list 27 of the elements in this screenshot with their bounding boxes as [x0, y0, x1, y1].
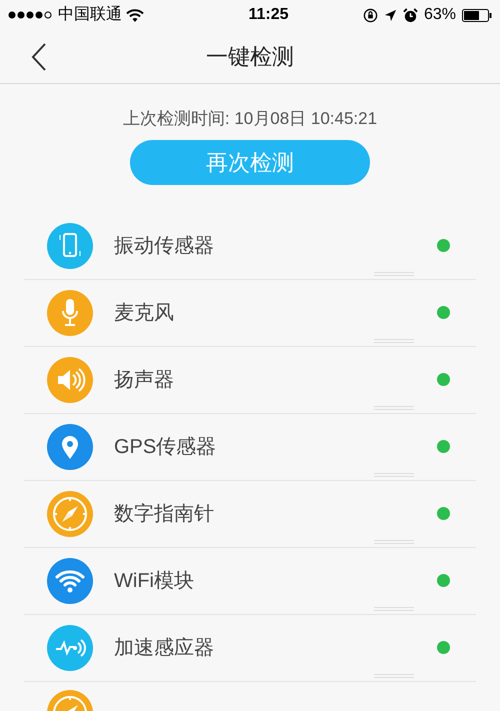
microphone-icon — [47, 290, 93, 336]
rotation-lock-icon — [362, 8, 378, 22]
sensor-name: 数字指南针 — [114, 502, 215, 526]
last-check-time: 上次检测时间: 10月08日 10:45:21 — [122, 108, 378, 130]
battery-icon — [462, 8, 492, 22]
page-title: 一键检测 — [206, 43, 294, 71]
wifi-icon — [126, 8, 144, 22]
carrier-name: 中国联通 — [58, 4, 122, 25]
back-icon — [31, 43, 47, 71]
battery-percent: 63% — [424, 5, 456, 25]
phone-icon — [47, 222, 93, 268]
sensor-name: 扬声器 — [114, 368, 175, 392]
pulse-icon — [47, 624, 93, 670]
compass-icon — [47, 490, 93, 536]
sensor-name: WiFi模块 — [114, 568, 195, 594]
clock-time: 11:25 — [248, 5, 288, 25]
sensor-name: GPS传感器 — [114, 434, 218, 460]
speaker-icon — [47, 356, 93, 402]
location-arrow-icon — [384, 8, 397, 22]
signal-icon — [8, 11, 54, 19]
sensor-name: 麦克风 — [114, 300, 175, 326]
alarm-icon — [402, 8, 418, 22]
sensor-name: 振动传感器 — [114, 234, 215, 258]
map-pin-icon — [47, 424, 93, 470]
recheck-button[interactable]: 再次检测 — [130, 140, 370, 184]
wifi-icon — [47, 558, 93, 604]
sensor-name: 加速感应器 — [114, 636, 215, 660]
